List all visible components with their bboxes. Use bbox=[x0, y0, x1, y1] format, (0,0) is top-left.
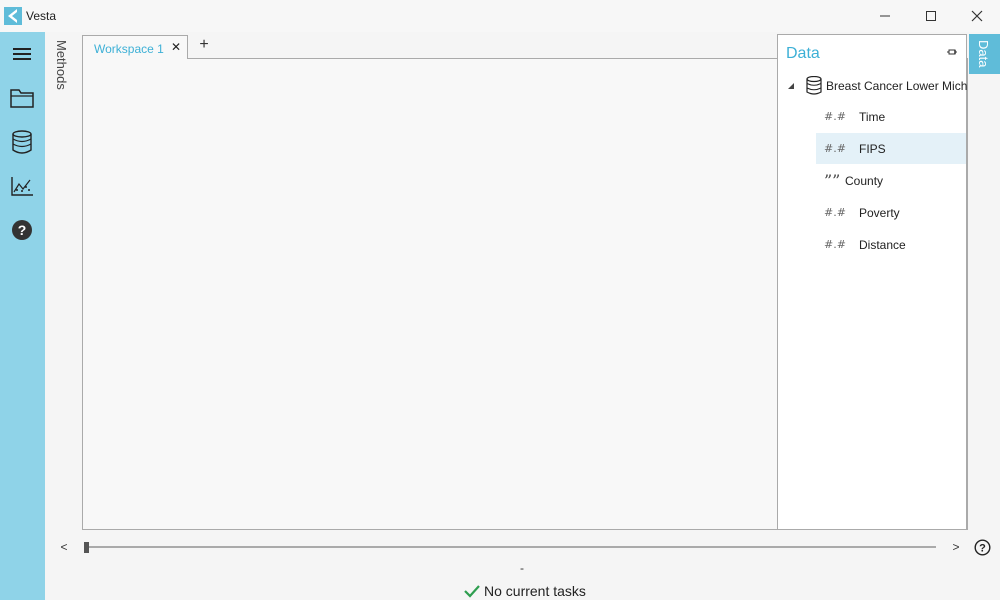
numeric-field-icon: #.# bbox=[824, 238, 846, 251]
svg-text:#.#: #.# bbox=[824, 110, 846, 123]
timeline-slider-track[interactable] bbox=[84, 546, 936, 548]
maximize-button[interactable] bbox=[908, 0, 954, 32]
numeric-field-icon: #.# bbox=[824, 206, 846, 219]
field-label: Time bbox=[859, 110, 886, 124]
menu-button[interactable] bbox=[8, 40, 36, 68]
tab-workspace-1[interactable]: Workspace 1 ✕ bbox=[82, 35, 188, 59]
vesta-logo-icon bbox=[4, 7, 22, 25]
open-folder-button[interactable] bbox=[8, 84, 36, 112]
data-panel-title: Data bbox=[786, 45, 820, 62]
data-side-tab-label: Data bbox=[976, 40, 991, 68]
methods-tab[interactable]: Methods bbox=[50, 40, 72, 100]
timeline-slider-thumb[interactable] bbox=[84, 542, 89, 553]
field-row-time[interactable]: #.# Time bbox=[816, 101, 966, 132]
pin-icon[interactable] bbox=[946, 47, 958, 59]
maximize-icon bbox=[926, 11, 936, 21]
field-row-fips[interactable]: #.# FIPS bbox=[816, 133, 966, 164]
title-bar: Vesta bbox=[0, 0, 1000, 32]
left-rail: ? bbox=[0, 32, 45, 600]
tab-close-button[interactable]: ✕ bbox=[171, 40, 181, 54]
data-panel: Data Breast Cancer Lower Mich #.# Time #… bbox=[777, 34, 967, 530]
chart-icon bbox=[11, 177, 33, 196]
dataset-label[interactable]: Breast Cancer Lower Mich bbox=[826, 79, 967, 93]
scroll-right-button[interactable]: > bbox=[948, 540, 964, 556]
field-row-county[interactable]: ”” County bbox=[816, 165, 966, 196]
field-row-distance[interactable]: #.# Distance bbox=[816, 229, 966, 260]
task-status: No current tasks bbox=[464, 582, 586, 600]
status-text: No current tasks bbox=[484, 583, 586, 599]
analysis-button[interactable] bbox=[8, 172, 36, 200]
database-icon bbox=[12, 130, 32, 154]
field-label: Distance bbox=[859, 238, 906, 252]
field-row-poverty[interactable]: #.# Poverty bbox=[816, 197, 966, 228]
minimize-button[interactable] bbox=[862, 0, 908, 32]
folder-icon bbox=[10, 89, 34, 108]
help-button[interactable]: ? bbox=[8, 216, 36, 244]
field-label: FIPS bbox=[859, 142, 886, 156]
svg-text:?: ? bbox=[979, 543, 986, 555]
svg-text:#.#: #.# bbox=[824, 142, 846, 155]
slider-help-icon[interactable]: ? bbox=[974, 539, 991, 556]
field-label: Poverty bbox=[859, 206, 900, 220]
data-side-tab[interactable]: Data bbox=[969, 34, 1000, 74]
tree-collapse-icon[interactable] bbox=[786, 81, 796, 91]
checkmark-icon bbox=[464, 585, 480, 598]
minimize-icon bbox=[880, 15, 890, 17]
svg-text:””: ”” bbox=[824, 173, 840, 187]
numeric-field-icon: #.# bbox=[824, 142, 846, 155]
svg-text:#.#: #.# bbox=[824, 238, 846, 251]
svg-text:?: ? bbox=[18, 222, 27, 238]
slider-value-label: - bbox=[520, 561, 524, 575]
app-title: Vesta bbox=[26, 9, 57, 23]
add-tab-button[interactable]: + bbox=[196, 36, 212, 56]
menu-icon bbox=[13, 48, 31, 60]
tab-label: Workspace 1 bbox=[94, 42, 164, 56]
numeric-field-icon: #.# bbox=[824, 110, 846, 123]
close-icon bbox=[971, 10, 983, 22]
field-label: County bbox=[845, 174, 884, 188]
scroll-left-button[interactable]: < bbox=[56, 540, 72, 556]
database-button[interactable] bbox=[8, 128, 36, 156]
svg-text:#.#: #.# bbox=[824, 206, 846, 219]
methods-tab-label: Methods bbox=[54, 40, 69, 90]
close-window-button[interactable] bbox=[954, 0, 1000, 32]
help-icon: ? bbox=[12, 220, 32, 240]
dataset-icon bbox=[806, 76, 822, 95]
